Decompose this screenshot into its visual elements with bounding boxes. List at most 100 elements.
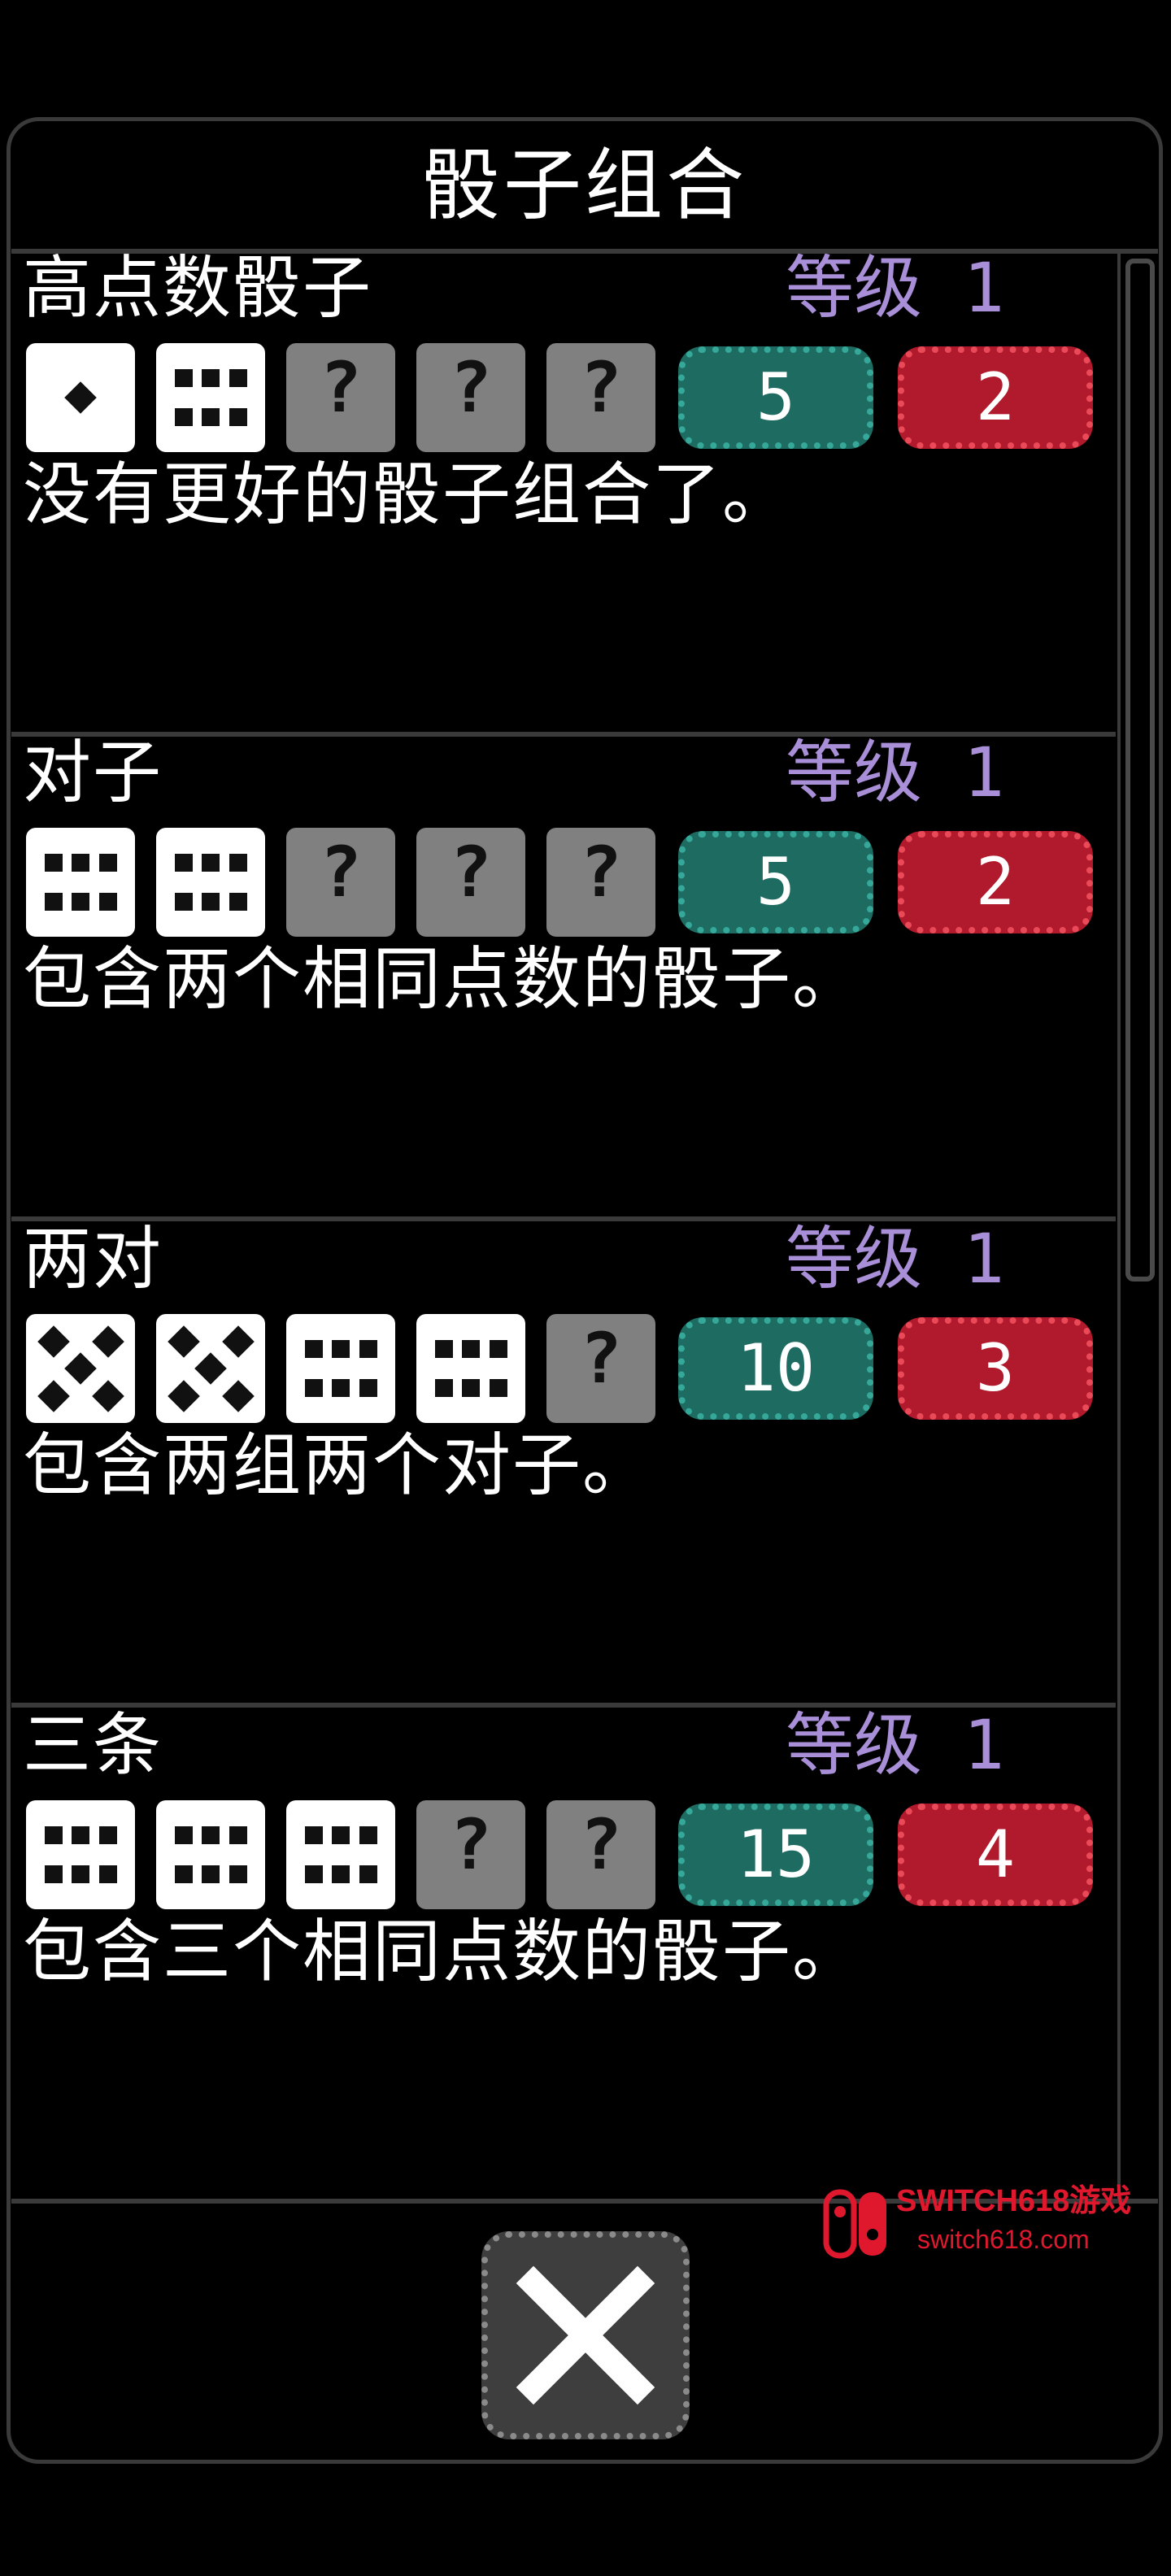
die-pip [202,408,220,427]
die-face-5 [156,1314,265,1423]
combo-level: 等级 1 [786,254,1005,328]
die-pip [64,1352,97,1385]
die-pip [91,1379,124,1412]
die-pip [174,893,193,912]
die-pip [489,1339,507,1358]
die-face-5 [26,1314,135,1423]
die-pip [359,1339,377,1358]
die-pip [72,893,89,912]
die-pip [229,368,247,387]
die-pip [304,1865,323,1884]
die-pip [359,1379,377,1398]
die-pip [167,1325,200,1358]
die-pip [72,1825,89,1844]
die-pip [44,1825,63,1844]
die-pip [202,893,220,912]
die-face-6 [156,1800,265,1909]
combo-card: 两对 等级 1 ? 10 3 包含两组两个对子。 [11,1225,1116,1708]
unknown-die: ? [416,828,525,937]
die-pip [202,368,220,387]
title-bar: 骰子组合 [11,122,1158,254]
combo-name: 高点数骰子 [23,254,373,328]
die-pip [37,1325,70,1358]
die-pip [304,1379,323,1398]
combo-description: 包含三个相同点数的骰子。 [23,1912,863,1991]
watermark-title: SWITCH618游戏 [896,2184,1132,2218]
mult-badge: 2 [898,831,1093,933]
die-pip [462,1379,480,1398]
unknown-die: ? [416,343,525,452]
close-icon [516,2265,655,2405]
combo-description: 包含两组两个对子。 [23,1425,653,1505]
unknown-die: ? [546,343,655,452]
die-pip [167,1379,200,1412]
unknown-die: ? [546,1314,655,1423]
question-mark-icon: ? [580,1804,622,1886]
scrollbar-thumb[interactable] [1125,259,1155,1281]
die-face-6 [416,1314,525,1423]
question-mark-icon: ? [450,832,492,913]
die-pip [332,1379,350,1398]
die-pip [229,853,247,872]
mult-badge: 3 [898,1317,1093,1420]
scrollbar[interactable] [1117,254,1156,2199]
die-face-6 [286,1800,395,1909]
die-pip [202,1825,220,1844]
die-face-6 [26,1800,135,1909]
combo-list[interactable]: 高点数骰子 等级 1 ??? 5 2 没有更好的骰子组合了。 对子 等级 1 ?… [11,254,1116,2199]
die-pip [44,853,63,872]
combo-level: 等级 1 [786,733,1005,812]
unknown-die: ? [546,828,655,937]
die-face-1 [26,343,135,452]
die-pip [229,1825,247,1844]
question-mark-icon: ? [580,1318,622,1399]
die-pip [359,1865,377,1884]
combo-card: 高点数骰子 等级 1 ??? 5 2 没有更好的骰子组合了。 [11,254,1116,737]
die-pip [91,1325,124,1358]
die-pip [174,1865,193,1884]
console-logo-icon [823,2189,886,2259]
die-pip [64,381,97,414]
die-pip [489,1379,507,1398]
die-pip [174,1825,193,1844]
watermark: SWITCH618游戏 switch618.com [821,2186,1163,2259]
die-pip [304,1825,323,1844]
die-pip [332,1865,350,1884]
die-pip [229,408,247,427]
combo-name: 对子 [23,733,163,812]
die-pip [359,1825,377,1844]
die-pip [221,1379,255,1412]
combo-name: 两对 [23,1219,163,1299]
combo-card: 对子 等级 1 ??? 5 2 包含两个相同点数的骰子。 [11,738,1116,1221]
watermark-subtitle: switch618.com [917,2225,1090,2254]
die-pip [44,893,63,912]
die-pip [174,408,193,427]
die-pip [98,853,117,872]
die-pip [98,893,117,912]
die-pip [221,1325,255,1358]
combo-name: 三条 [23,1705,163,1785]
chips-badge: 5 [678,346,873,449]
die-pip [44,1865,63,1884]
die-pip [37,1379,70,1412]
combo-level: 等级 1 [786,1705,1005,1785]
die-pip [174,853,193,872]
die-pip [462,1339,480,1358]
question-mark-icon: ? [320,347,362,429]
combo-description: 没有更好的骰子组合了。 [23,455,793,534]
combo-level: 等级 1 [786,1219,1005,1299]
unknown-die: ? [286,828,395,937]
combo-description: 包含两个相同点数的骰子。 [23,939,863,1019]
question-mark-icon: ? [450,1804,492,1886]
die-face-6 [26,828,135,937]
chips-badge: 15 [678,1804,873,1906]
unknown-die: ? [416,1800,525,1909]
die-pip [332,1339,350,1358]
close-button[interactable] [481,2231,690,2439]
question-mark-icon: ? [580,832,622,913]
die-pip [202,1865,220,1884]
die-pip [98,1865,117,1884]
die-pip [98,1825,117,1844]
question-mark-icon: ? [320,832,362,913]
die-pip [194,1352,227,1385]
